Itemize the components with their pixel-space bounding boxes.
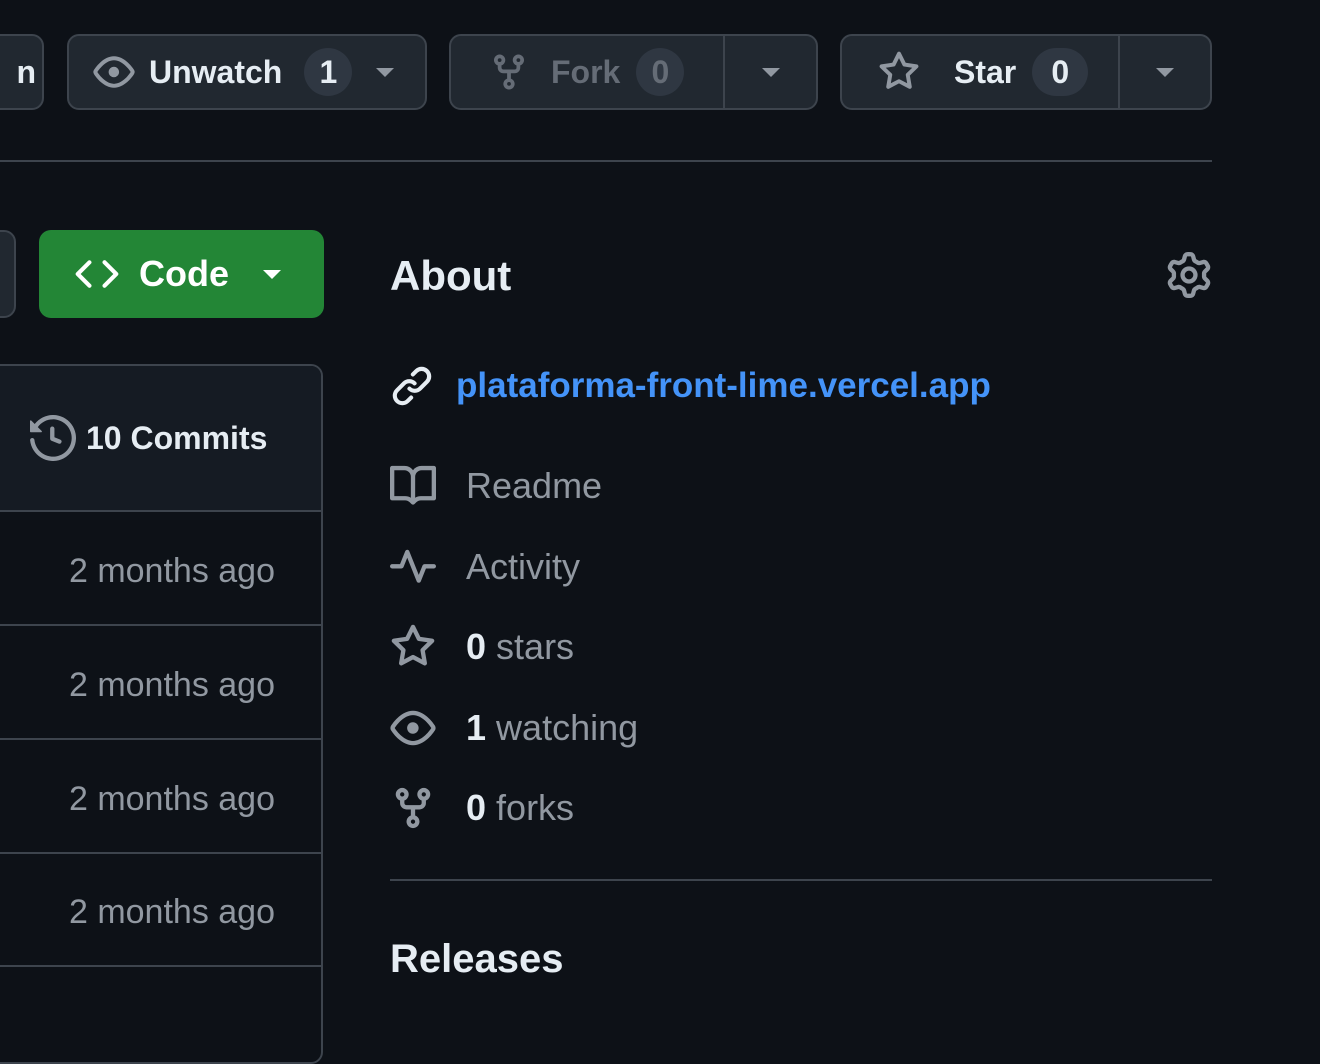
forks-label: forks — [496, 787, 575, 828]
eye-icon — [93, 51, 135, 93]
star-label: Star — [954, 53, 1017, 90]
releases-title[interactable]: Releases — [390, 937, 563, 982]
fork-label: Fork — [551, 53, 621, 90]
row-divider — [0, 965, 322, 967]
readme-link[interactable]: Readme — [390, 458, 602, 514]
forks-link[interactable]: 0 forks — [390, 780, 574, 836]
unwatch-button[interactable]: Unwatch 1 — [67, 34, 427, 110]
chevron-down-icon — [761, 67, 780, 77]
file-row-time: 2 months ago — [68, 893, 275, 931]
file-row-time: 2 months ago — [68, 780, 275, 818]
file-row-time: 2 months ago — [68, 666, 275, 704]
row-divider — [0, 510, 322, 512]
cut-off-branch-button[interactable] — [0, 230, 16, 318]
history-icon — [30, 415, 76, 461]
watchers-counter: 1 — [304, 48, 353, 96]
book-icon — [390, 463, 436, 509]
commits-label: 10 Commits — [86, 419, 268, 456]
website-link-label: plataforma-front-lime.vercel.app — [456, 366, 991, 405]
about-settings-button[interactable] — [1166, 252, 1212, 298]
code-button-label: Code — [139, 253, 229, 294]
about-title: About — [390, 252, 512, 299]
watching-count: 1 — [466, 707, 487, 748]
commits-link[interactable]: 10 Commits — [30, 415, 267, 461]
watching-link[interactable]: 1 watching — [390, 700, 638, 756]
chevron-down-icon — [1156, 67, 1174, 77]
stars-link[interactable]: 0 stars — [390, 619, 574, 675]
activity-label: Activity — [466, 546, 581, 587]
chevron-down-icon — [263, 269, 281, 279]
repo-forked-icon — [489, 52, 529, 92]
forks-counter: 0 — [636, 48, 685, 96]
watching-label: watching — [496, 707, 639, 748]
row-divider — [0, 738, 322, 740]
chevron-down-icon — [376, 67, 395, 77]
star-button-group: Star 0 — [840, 34, 1212, 110]
stars-counter: 0 — [1032, 48, 1089, 96]
cut-off-button-label: n — [16, 53, 36, 90]
row-divider — [0, 852, 322, 854]
code-icon — [75, 252, 119, 296]
star-icon — [390, 624, 436, 670]
file-row-time: 2 months ago — [68, 552, 275, 590]
star-dropdown-button[interactable] — [1120, 36, 1210, 108]
fork-button[interactable]: Fork 0 — [451, 36, 725, 108]
pulse-icon — [390, 544, 436, 590]
eye-icon — [390, 705, 436, 751]
fork-button-group: Fork 0 — [449, 34, 818, 110]
stars-count: 0 — [466, 626, 487, 667]
fork-dropdown-button[interactable] — [725, 36, 816, 108]
link-icon — [390, 364, 434, 408]
header-divider — [0, 160, 1212, 162]
gear-icon — [1166, 252, 1212, 298]
row-divider — [0, 624, 322, 626]
cut-off-button[interactable]: n — [0, 34, 44, 110]
unwatch-label: Unwatch — [149, 53, 283, 90]
stars-label: stars — [496, 626, 575, 667]
about-divider — [390, 879, 1212, 881]
forks-count: 0 — [466, 787, 487, 828]
code-button[interactable]: Code — [39, 230, 324, 318]
website-link[interactable]: plataforma-front-lime.vercel.app — [390, 358, 991, 414]
star-icon — [878, 51, 920, 93]
repo-forked-icon — [390, 785, 436, 831]
readme-label: Readme — [466, 465, 603, 506]
star-button[interactable]: Star 0 — [842, 36, 1120, 108]
activity-link[interactable]: Activity — [390, 539, 580, 595]
